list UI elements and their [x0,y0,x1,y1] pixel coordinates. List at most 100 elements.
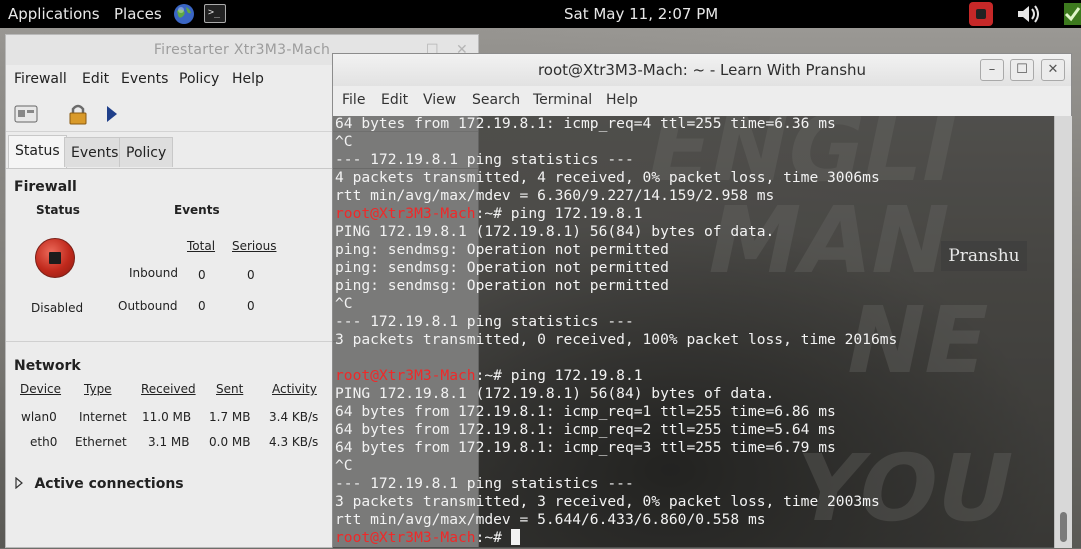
terminal-line: --- 172.19.8.1 ping statistics --- [335,151,897,169]
record-stop-icon[interactable] [969,2,993,26]
lock-icon[interactable] [66,103,90,125]
net-device[interactable]: eth0 [30,435,57,449]
menu-view[interactable]: View [423,92,456,108]
menu-file[interactable]: File [342,92,365,108]
close-icon[interactable]: ✕ [1041,59,1065,81]
net-type[interactable]: Ethernet [75,435,127,449]
line-text: 64 bytes from 172.19.8.1: icmp_req=1 ttl… [335,403,836,420]
terminal-line: ^C [335,295,897,313]
col-received: Received [141,382,196,396]
terminal-titlebar[interactable]: root@Xtr3M3-Mach: ~ - Learn With Pranshu… [333,54,1071,86]
menu-policy[interactable]: Policy [179,71,219,87]
col-total: Total [187,239,216,253]
firewall-heading: Firewall [14,179,77,195]
clock[interactable]: Sat May 11, 2:07 PM [564,5,718,23]
applications-menu[interactable]: Applications [8,5,100,23]
status-label: Status [36,203,80,217]
menu-edit[interactable]: Edit [82,71,109,87]
volume-icon[interactable] [1015,3,1043,25]
terminal-line: ^C [335,457,897,475]
net-activity[interactable]: 4.3 KB/s [269,435,318,449]
net-sent[interactable]: 1.7 MB [209,410,250,424]
tab-policy[interactable]: Policy [119,137,174,167]
tab-events[interactable]: Events [64,137,126,167]
line-text: ^C [335,133,353,150]
terminal-screen[interactable]: Pranshu 64 bytes from 172.19.8.1: icmp_r… [333,116,1054,548]
network-status-icon[interactable] [1064,3,1081,25]
terminal-output[interactable]: 64 bytes from 172.19.8.1: icmp_req=4 ttl… [335,116,897,547]
tab-status[interactable]: Status [8,135,67,168]
menu-events[interactable]: Events [121,71,168,87]
places-menu[interactable]: Places [114,5,162,23]
line-text: ping: sendmsg: Operation not permitted [335,241,669,258]
terminal-line: 64 bytes from 172.19.8.1: icmp_req=4 ttl… [335,116,897,133]
net-received[interactable]: 3.1 MB [148,435,189,449]
line-text: ^C [335,457,353,474]
prompt-user: root@Xtr3M3-Mach [335,205,476,222]
menu-help[interactable]: Help [232,71,264,87]
net-activity[interactable]: 3.4 KB/s [269,410,318,424]
terminal-line: --- 172.19.8.1 ping statistics --- [335,475,897,493]
active-connections-label: Active connections [34,476,184,492]
net-sent[interactable]: 0.0 MB [209,435,250,449]
prompt-path: :~# [475,367,511,384]
line-text: 4 packets transmitted, 4 received, 0% pa… [335,169,880,186]
net-received[interactable]: 11.0 MB [142,410,191,424]
inbound-total: 0 [198,268,206,282]
firewall-wizard-icon[interactable] [14,103,38,125]
menu-edit[interactable]: Edit [381,92,408,108]
maximize-icon[interactable]: ☐ [1010,59,1034,81]
scrollbar-thumb[interactable] [1060,512,1067,542]
terminal-line: 3 packets transmitted, 0 received, 100% … [335,331,897,349]
net-device[interactable]: wlan0 [21,410,57,424]
line-text: ping: sendmsg: Operation not permitted [335,259,669,276]
terminal-line: PING 172.19.8.1 (172.19.8.1) 56(84) byte… [335,223,897,241]
terminal-line: ^C [335,133,897,151]
prompt-path: :~# [475,529,511,546]
line-text: 64 bytes from 172.19.8.1: icmp_req=4 ttl… [335,116,836,132]
firewall-stop-icon[interactable] [35,238,75,278]
terminal-line: root@Xtr3M3-Mach:~# ping 172.19.8.1 [335,205,897,223]
divider [6,341,336,342]
outbound-label: Outbound [118,299,178,313]
play-icon[interactable] [102,103,126,125]
terminal-line: root@Xtr3M3-Mach:~# ping 172.19.8.1 [335,367,897,385]
col-serious: Serious [232,239,277,253]
window-title: Firestarter Xtr3M3-Mach [153,42,331,58]
firewall-state: Disabled [31,301,84,315]
line-text: --- 172.19.8.1 ping statistics --- [335,313,634,330]
terminal-line: PING 172.19.8.1 (172.19.8.1) 56(84) byte… [335,385,897,403]
line-text: ^C [335,295,353,312]
terminal-line: 64 bytes from 172.19.8.1: icmp_req=1 ttl… [335,403,897,421]
globe-icon[interactable] [173,3,195,25]
line-text: --- 172.19.8.1 ping statistics --- [335,151,634,168]
line-text: ping 172.19.8.1 [510,205,643,222]
col-device: Device [20,382,62,396]
line-text: 3 packets transmitted, 0 received, 100% … [335,331,898,348]
active-connections-expander[interactable]: Active connections [14,476,184,492]
terminal-line: rtt min/avg/max/mdev = 6.360/9.227/14.15… [335,187,897,205]
minimize-icon[interactable]: – [980,59,1004,81]
line-text: ping 172.19.8.1 [510,367,643,384]
menu-firewall[interactable]: Firewall [14,71,67,87]
inbound-serious: 0 [247,268,255,282]
expander-triangle-icon [15,476,23,490]
col-type: Type [84,382,112,396]
terminal-line: 64 bytes from 172.19.8.1: icmp_req=3 ttl… [335,439,897,457]
outbound-serious: 0 [247,299,255,313]
net-type[interactable]: Internet [79,410,127,424]
inbound-label: Inbound [129,266,178,280]
top-panel: Applications Places >_ Sat May 11, 2:07 … [0,0,1081,28]
outbound-total: 0 [198,299,206,313]
menu-search[interactable]: Search [472,92,520,108]
prompt-path: :~# [475,205,511,222]
col-sent: Sent [216,382,244,396]
menu-terminal[interactable]: Terminal [533,92,592,108]
terminal-launcher-icon[interactable]: >_ [204,4,226,23]
terminal-line: ping: sendmsg: Operation not permitted [335,277,897,295]
menu-help[interactable]: Help [606,92,638,108]
text-cursor [510,529,520,545]
terminal-scrollbar[interactable] [1054,116,1072,548]
terminal-line: 3 packets transmitted, 3 received, 0% pa… [335,493,897,511]
